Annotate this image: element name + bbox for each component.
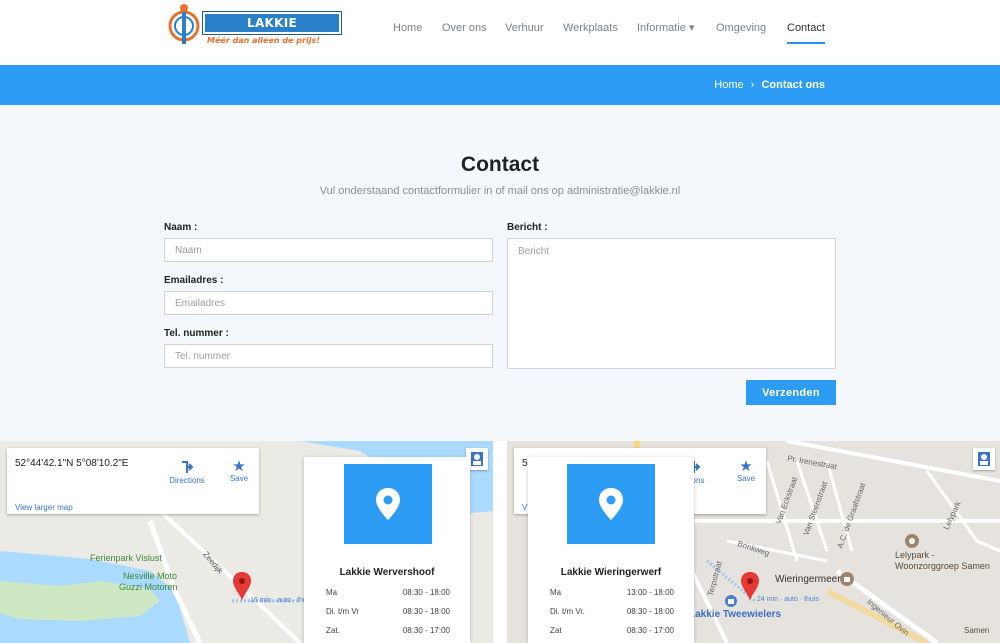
hours-day: Ma xyxy=(550,588,562,597)
hours-time: 13:00 - 18:00 xyxy=(626,588,674,597)
message-label: Bericht : xyxy=(507,222,548,233)
name-input[interactable] xyxy=(164,238,493,262)
save-button[interactable]: ★ Save xyxy=(732,458,760,483)
phone-label: Tel. nummer : xyxy=(164,328,229,339)
message-textarea[interactable] xyxy=(507,238,836,369)
map-coordinates: 52°44'42.1"N 5°08'10.2"E xyxy=(15,458,129,469)
nav-werkplaats[interactable]: Werkplaats xyxy=(563,0,618,56)
map-route-label: 24 min · auto · thuis xyxy=(757,596,819,603)
save-label: Save xyxy=(736,474,756,483)
hours-row: Zat 08:30 - 17:00 xyxy=(550,626,674,635)
location-card-wieringerwerf: Lakkie Wieringerwerf Ma 13:00 - 18:00 Di.… xyxy=(528,457,694,643)
hours-day: Ma xyxy=(326,588,338,597)
map-route-label: 16 min · auto · thuis xyxy=(250,597,312,604)
view-larger-map-link[interactable]: V xyxy=(522,503,527,512)
location-name: Lakkie Wervershoof xyxy=(339,567,435,578)
hours-day: Di. t/m Vr xyxy=(326,607,360,616)
map-info-card: 52°44'42.1"N 5°08'10.2"E Directions ★ Sa… xyxy=(7,448,259,514)
hours-time: 08:30 - 18:00 xyxy=(626,607,674,616)
map-label-park: Lelypark - xyxy=(895,550,935,560)
breadcrumb-home[interactable]: Home xyxy=(714,79,743,91)
site-logo[interactable]: LAKKIE TWEEWIELERS Méér dan alleen de pr… xyxy=(165,0,345,50)
map-label-park-2: Woonzorggroep Samen xyxy=(895,561,990,571)
location-pin-icon xyxy=(376,488,400,520)
save-button[interactable]: ★ Save xyxy=(225,458,253,483)
hours-time: 08:30 - 18:00 xyxy=(402,607,450,616)
location-card-wervershoof: Lakkie Wervershoof Ma 08:30 - 18:00 Di. t… xyxy=(304,457,470,643)
streetview-button[interactable] xyxy=(973,448,995,470)
hours-row: Zat. 08:30 - 17:00 xyxy=(326,626,450,635)
breadcrumb-current: Contact ons xyxy=(761,79,825,91)
breadcrumb-separator: › xyxy=(750,79,755,91)
bicycle-icon xyxy=(168,4,200,44)
phone-input[interactable] xyxy=(164,344,493,368)
map-wieringerwerf[interactable]: Pr. Irenestraat Van Eckstraat Van Steens… xyxy=(507,441,1000,643)
location-pin-icon xyxy=(599,488,623,520)
person-icon xyxy=(978,452,990,466)
location-pin-box xyxy=(567,464,655,544)
nav-omgeving[interactable]: Omgeving xyxy=(716,0,766,56)
hours-row: Ma 08:30 - 18:00 xyxy=(326,588,450,597)
map-label-dealer: Nesville Moto xyxy=(123,571,178,581)
name-label: Naam : xyxy=(164,222,198,233)
page-title: Contact xyxy=(460,153,540,176)
hours-row: Di. t/m Vr 08:30 - 18:00 xyxy=(326,607,450,616)
map-pin-icon[interactable] xyxy=(233,572,251,602)
map-label-dealer-2: Guzzi Motoren xyxy=(119,582,178,592)
hours-row: Ma 13:00 - 18:00 xyxy=(550,588,674,597)
page-banner: Home › Contact ons xyxy=(0,65,1000,105)
hours-day: Zat. xyxy=(326,626,340,635)
nav-informatie-dropdown[interactable]: Informatie ▾ xyxy=(637,0,695,56)
email-input[interactable] xyxy=(164,291,493,315)
map-label-samen: Samen xyxy=(964,626,990,635)
nav-contact[interactable]: Contact xyxy=(787,0,825,56)
nav-home[interactable]: Home xyxy=(393,0,422,56)
hours-time: 08:30 - 17:00 xyxy=(402,626,450,635)
star-icon: ★ xyxy=(739,458,753,475)
site-header: LAKKIE TWEEWIELERS Méér dan alleen de pr… xyxy=(0,0,1000,65)
submit-button[interactable]: Verzenden xyxy=(746,380,836,405)
nav-verhuur[interactable]: Verhuur xyxy=(505,0,544,56)
location-name: Lakkie Wieringerwerf xyxy=(560,567,662,578)
breadcrumb: Home › Contact ons xyxy=(714,65,825,105)
page-subtitle: Vul onderstaand contactformulier in of m… xyxy=(319,185,681,197)
email-label: Emailadres : xyxy=(164,275,224,286)
hours-time: 08:30 - 18:00 xyxy=(402,588,450,597)
care-home-icon xyxy=(905,534,919,548)
hours-row: Di. t/m Vr. 08:30 - 18:00 xyxy=(550,607,674,616)
shop-icon xyxy=(725,595,737,607)
map-wervershoof[interactable]: Ferienpark Vislust Nesville Moto Guzzi M… xyxy=(0,441,493,643)
nav-over-ons[interactable]: Over ons xyxy=(442,0,487,56)
map-pin-icon[interactable] xyxy=(741,572,759,602)
view-larger-map-link[interactable]: View larger map xyxy=(15,503,73,512)
building-icon xyxy=(840,572,854,586)
hours-day: Zat xyxy=(550,626,562,635)
brand-name: LAKKIE TWEEWIELERS xyxy=(203,12,341,48)
directions-button[interactable]: Directions xyxy=(167,460,207,485)
directions-label: Directions xyxy=(169,476,205,485)
hours-day: Di. t/m Vr. xyxy=(550,607,585,616)
location-pin-box xyxy=(344,464,432,544)
map-label-shop: Lakkie Tweewielers xyxy=(689,609,782,620)
hours-time: 08:30 - 17:00 xyxy=(626,626,674,635)
star-icon: ★ xyxy=(232,458,246,475)
directions-icon xyxy=(182,461,194,473)
map-label-park: Ferienpark Vislust xyxy=(90,553,162,563)
map-label-place: Wieringermeer xyxy=(775,574,841,585)
contact-section: Contact Vul onderstaand contactformulier… xyxy=(0,105,1000,441)
save-label: Save xyxy=(229,474,249,483)
brand-tagline: Méér dan alleen de prijs! xyxy=(207,36,320,45)
